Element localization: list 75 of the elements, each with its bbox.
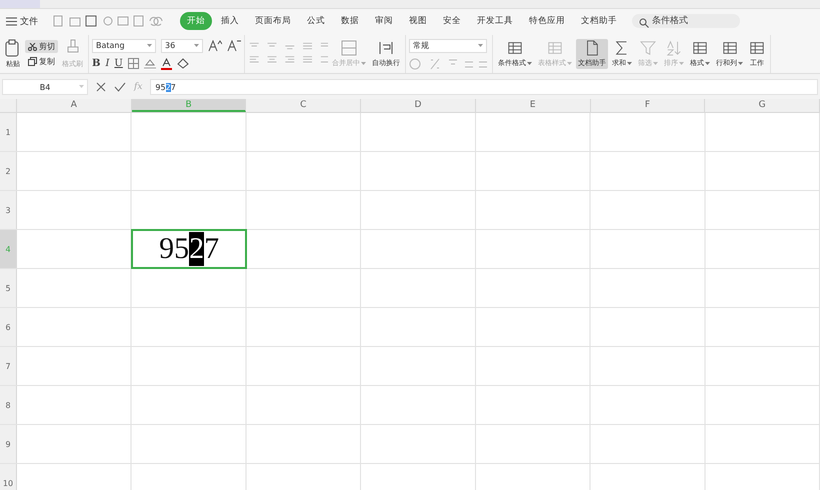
row-header[interactable]: 5 [0, 269, 17, 307]
eraser-icon[interactable] [176, 58, 189, 69]
document-icon [584, 40, 600, 56]
wrap-text-icon [378, 40, 394, 56]
caret-icon [478, 44, 483, 47]
menu-tab[interactable]: 视图 [402, 12, 434, 30]
row-header[interactable]: 8 [0, 386, 17, 424]
copy-button[interactable]: 复制 [25, 55, 58, 68]
font-size-dropdown[interactable]: 36 [161, 38, 203, 52]
menu-tab[interactable]: 开发工具 [470, 12, 520, 30]
fill-color-icon[interactable] [144, 58, 156, 69]
caret-icon [147, 44, 152, 47]
caret-icon [361, 62, 366, 64]
search-field[interactable]: 条件格式 [632, 14, 740, 28]
row-header[interactable]: 7 [0, 347, 17, 385]
font-dropdown[interactable]: Batang [92, 38, 156, 52]
borders-icon[interactable] [128, 58, 139, 69]
caret-icon [705, 62, 710, 64]
column-header[interactable]: D [361, 99, 476, 112]
row-header[interactable]: 1 [0, 113, 17, 151]
sort-icon [666, 40, 682, 56]
grid-icon [749, 40, 765, 56]
confirm-icon[interactable] [114, 82, 126, 92]
caret-icon [194, 44, 199, 47]
underline-button[interactable]: U [114, 58, 123, 69]
column-header[interactable]: F [590, 99, 706, 112]
font-color-icon[interactable] [160, 58, 172, 70]
menu-tab[interactable]: 特色应用 [522, 12, 572, 30]
number-format: 常规 [413, 40, 429, 51]
clipboard-icon [5, 39, 21, 57]
font-size: 36 [165, 41, 176, 50]
row-header[interactable]: 10 [0, 464, 17, 490]
menu-tab[interactable]: 安全 [436, 12, 468, 30]
caret-icon [679, 62, 684, 64]
number-format-dropdown[interactable]: 常规 [409, 38, 487, 52]
row-header[interactable]: 3 [0, 191, 17, 229]
copy-icon [28, 57, 37, 66]
active-cell[interactable]: 9527 [130, 229, 248, 269]
merge-cells-icon [341, 40, 357, 56]
caret-icon [627, 62, 632, 64]
menu-tab[interactable]: 公式 [300, 12, 332, 30]
grid-icon [507, 40, 523, 56]
grid-icon [547, 40, 563, 56]
menu-tab[interactable]: 文档助手 [574, 12, 624, 30]
column-header[interactable]: G [705, 99, 820, 112]
row-header[interactable]: 6 [0, 308, 17, 346]
grid-icon [692, 40, 708, 56]
column-header[interactable]: E [476, 99, 591, 112]
file-menu[interactable]: 文件 [4, 14, 44, 28]
filter-icon [640, 40, 656, 56]
bold-button[interactable]: B [92, 58, 100, 69]
caret-icon [527, 62, 532, 64]
menu-tab[interactable]: 插入 [214, 12, 246, 30]
italic-button[interactable]: I [105, 58, 110, 69]
decrease-font-icon[interactable] [227, 40, 241, 52]
font-name: Batang [96, 41, 125, 50]
formula-input[interactable]: 9527 [150, 79, 818, 95]
menu-tab[interactable]: 审阅 [368, 12, 400, 30]
increase-font-icon[interactable] [208, 40, 222, 52]
scissors-icon [28, 42, 37, 50]
cell-reference: B4 [40, 82, 50, 92]
cut-button[interactable]: 剪切 [25, 40, 58, 53]
caret-icon [567, 62, 572, 64]
caret-icon [79, 85, 84, 88]
menu-icon [6, 16, 17, 26]
grid-icon [722, 40, 738, 56]
cancel-icon[interactable] [96, 82, 106, 92]
name-box[interactable]: B4 [2, 79, 88, 95]
menu-tab[interactable]: 页面布局 [248, 12, 298, 30]
row-header[interactable]: 9 [0, 425, 17, 463]
caret-icon [653, 62, 658, 64]
column-header[interactable]: C [246, 99, 362, 112]
caret-icon [738, 62, 743, 64]
menu-tab[interactable]: 数据 [334, 12, 366, 30]
row-header[interactable]: 2 [0, 152, 17, 190]
